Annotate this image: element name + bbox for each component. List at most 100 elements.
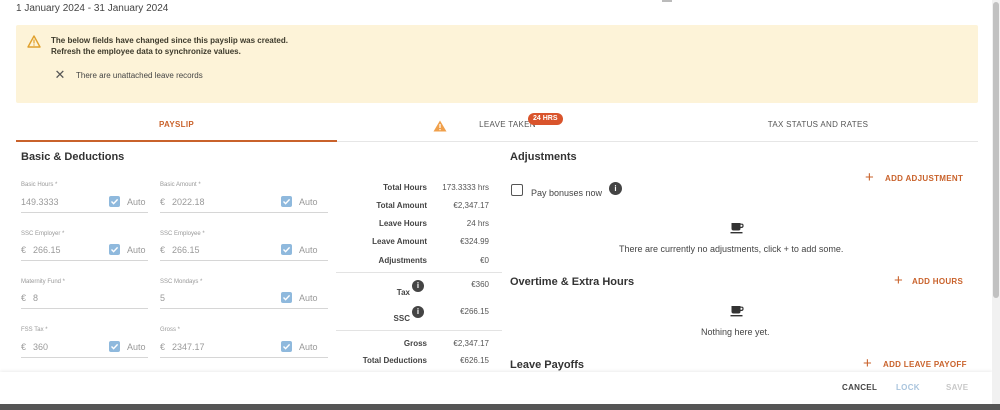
no-overtime-message: Nothing here yet. <box>701 327 770 337</box>
basic-amount-input[interactable]: 2022.18 <box>172 197 205 207</box>
fss-tax-currency: € <box>21 342 27 352</box>
summary-adjustments-value: €0 <box>480 256 489 265</box>
ssc-employer-currency: € <box>21 245 27 255</box>
adjustments-title: Adjustments <box>510 151 577 163</box>
ssc-mondays-input[interactable]: 5 <box>160 293 165 303</box>
summary-ssc-value: €266.15 <box>460 307 489 316</box>
coffee-cup-icon <box>730 223 744 234</box>
ssc-employer-input[interactable]: 266.15 <box>33 245 61 255</box>
ssc-mondays-label: SSC Mondays * <box>160 279 203 285</box>
tab-leave-taken[interactable]: LEAVE TAKEN <box>337 112 658 142</box>
basic-amount-auto-label: Auto <box>299 197 318 207</box>
summary-divider <box>336 272 502 273</box>
ssc-employer-label: SSC Employer * <box>21 231 65 237</box>
ssc-employee-auto-checkbox[interactable] <box>281 244 292 255</box>
pay-bonuses-info-icon[interactable]: i <box>609 182 622 195</box>
maternity-fund-underline <box>21 308 148 309</box>
basic-amount-underline <box>160 212 328 213</box>
summary-total-deductions-value: €626.15 <box>460 356 489 365</box>
summary-total-amount-value: €2,347.17 <box>453 201 489 210</box>
add-leave-payoff-button[interactable]: ADD LEAVE PAYOFF <box>883 360 967 369</box>
save-button[interactable]: SAVE <box>946 383 968 392</box>
close-icon: ✕ <box>54 67 66 82</box>
alert-message-line2: Refresh the employee data to synchronize… <box>51 47 241 56</box>
summary-leave-amount-value: €324.99 <box>460 237 489 246</box>
background-page-strip <box>0 404 1000 410</box>
summary-tax-label: Tax <box>396 288 410 297</box>
summary-total-hours-value: 173.3333 hrs <box>442 183 489 192</box>
overtime-title: Overtime & Extra Hours <box>510 276 635 288</box>
add-adjustment-plus-icon[interactable]: + <box>865 170 874 185</box>
ssc-employee-label: SSC Employee * <box>160 231 205 237</box>
alert-item-unattached-leave: There are unattached leave records <box>76 71 203 80</box>
cancel-button[interactable]: CANCEL <box>842 383 877 392</box>
summary-gross-value: €2,347.17 <box>453 339 489 348</box>
alert-message-line1: The below fields have changed since this… <box>51 36 288 45</box>
summary-total-amount-label: Total Amount <box>376 201 427 210</box>
coffee-cup-icon <box>730 306 744 317</box>
ssc-employer-underline <box>21 260 148 261</box>
gross-currency: € <box>160 342 166 352</box>
summary-leave-hours-label: Leave Hours <box>378 219 427 228</box>
maternity-fund-currency: € <box>21 293 27 303</box>
pay-bonuses-checkbox[interactable] <box>511 184 523 196</box>
summary-total-hours-label: Total Hours <box>383 183 427 192</box>
ssc-employee-input[interactable]: 266.15 <box>172 245 200 255</box>
ssc-employee-auto-label: Auto <box>299 245 318 255</box>
summary-leave-amount-label: Leave Amount <box>372 237 427 246</box>
fss-tax-input[interactable]: 360 <box>33 342 48 352</box>
add-leave-payoff-plus-icon[interactable]: + <box>863 356 872 371</box>
warning-icon <box>27 35 41 48</box>
summary-leave-hours-value: 24 hrs <box>466 219 489 228</box>
summary-adjustments-label: Adjustments <box>378 256 427 265</box>
basic-amount-auto-checkbox[interactable] <box>281 196 292 207</box>
payslip-tabs: PAYSLIP LEAVE TAKEN TAX STATUS AND RATES <box>16 112 978 142</box>
basic-hours-auto-label: Auto <box>127 197 146 207</box>
add-hours-button[interactable]: ADD HOURS <box>912 277 963 286</box>
payslip-dialog: 1 January 2024 - 31 January 2024 The bel… <box>0 0 992 404</box>
warning-icon <box>433 120 447 132</box>
scrollbar-thumb[interactable] <box>993 2 999 298</box>
gross-underline <box>160 357 328 358</box>
no-adjustments-message: There are currently no adjustments, clic… <box>619 244 844 254</box>
ssc-mondays-underline <box>160 308 328 309</box>
tab-payslip[interactable]: PAYSLIP <box>16 112 337 142</box>
pay-bonuses-label: Pay bonuses now <box>531 188 603 198</box>
fss-tax-auto-label: Auto <box>127 342 146 352</box>
summary-total-deductions-label: Total Deductions <box>362 356 427 365</box>
basic-hours-auto-checkbox[interactable] <box>109 196 120 207</box>
summary-ssc-label: SSC <box>393 314 410 323</box>
basic-hours-input[interactable]: 149.3333 <box>21 197 59 207</box>
gross-label: Gross * <box>160 327 181 333</box>
leave-hours-badge: 24 HRS <box>528 113 563 125</box>
lock-button[interactable]: LOCK <box>896 383 920 392</box>
ssc-mondays-auto-checkbox[interactable] <box>281 292 292 303</box>
ssc-employee-currency: € <box>160 245 166 255</box>
gross-input[interactable]: 2347.17 <box>172 342 205 352</box>
summary-tax-value: €360 <box>471 280 489 289</box>
tab-tax-status[interactable]: TAX STATUS AND RATES <box>658 112 978 142</box>
add-hours-plus-icon[interactable]: + <box>894 273 903 288</box>
top-divider-mark <box>662 0 672 2</box>
maternity-fund-label: Maternity Fund * <box>21 279 66 285</box>
summary-divider <box>336 330 502 331</box>
basic-amount-currency: € <box>160 197 166 207</box>
fss-tax-underline <box>21 357 148 358</box>
basic-hours-underline <box>21 212 148 213</box>
tab-leave-taken-label: LEAVE TAKEN <box>479 120 536 129</box>
basic-hours-label: Basic Hours * <box>21 182 58 188</box>
gross-auto-checkbox[interactable] <box>281 341 292 352</box>
tax-info-icon[interactable]: i <box>412 280 424 292</box>
ssc-employer-auto-label: Auto <box>127 245 146 255</box>
maternity-fund-input[interactable]: 8 <box>33 293 38 303</box>
summary-gross-label: Gross <box>403 339 427 348</box>
fss-tax-auto-checkbox[interactable] <box>109 341 120 352</box>
ssc-employer-auto-checkbox[interactable] <box>109 244 120 255</box>
ssc-info-icon[interactable]: i <box>412 306 424 318</box>
fss-tax-label: FSS Tax * <box>21 327 48 333</box>
add-adjustment-button[interactable]: ADD ADJUSTMENT <box>885 174 963 183</box>
gross-auto-label: Auto <box>299 342 318 352</box>
basic-amount-label: Basic Amount * <box>160 182 201 188</box>
period-range: 1 January 2024 - 31 January 2024 <box>16 3 169 14</box>
ssc-employee-underline <box>160 260 328 261</box>
